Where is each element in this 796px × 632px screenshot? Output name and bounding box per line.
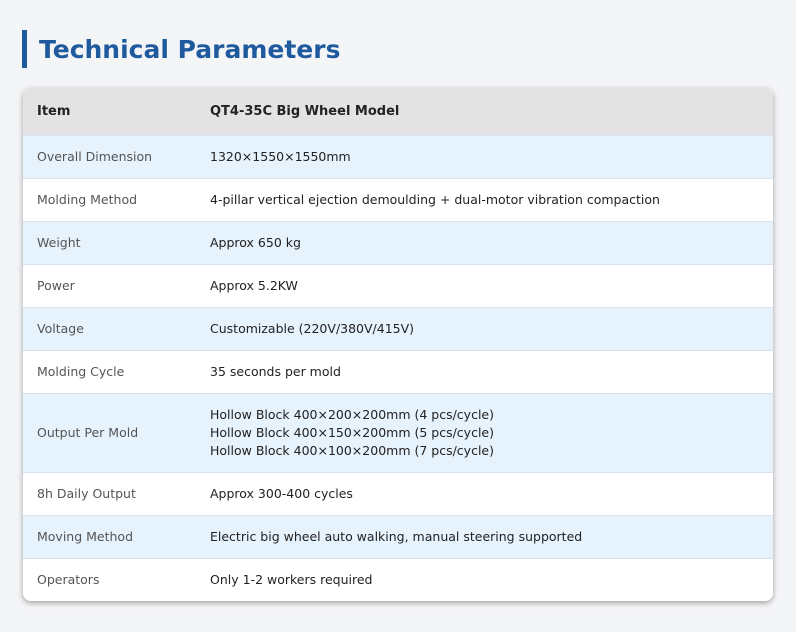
row-label: Power bbox=[37, 278, 75, 293]
row-value: Approx 650 kg bbox=[210, 234, 301, 250]
table-row: Molding Cycle 35 seconds per mold bbox=[23, 350, 773, 393]
parameters-table-card: Item QT4-35C Big Wheel Model Overall Dim… bbox=[23, 88, 773, 601]
row-label: Overall Dimension bbox=[37, 149, 153, 164]
row-value: Only 1-2 workers required bbox=[210, 571, 373, 587]
parameters-table: Item QT4-35C Big Wheel Model Overall Dim… bbox=[23, 88, 773, 601]
row-label: Voltage bbox=[37, 321, 84, 336]
row-label: 8h Daily Output bbox=[37, 486, 136, 501]
output-line: Hollow Block 400×150×200mm (5 pcs/cycle) bbox=[210, 424, 494, 440]
row-value: Approx 5.2KW bbox=[210, 277, 298, 293]
row-label: Molding Method bbox=[37, 192, 138, 207]
row-value: Hollow Block 400×200×200mm (4 pcs/cycle)… bbox=[196, 393, 773, 472]
row-value: 4-pillar vertical ejection demoulding + … bbox=[210, 191, 660, 207]
table-row: Overall Dimension 1320×1550×1550mm bbox=[23, 135, 773, 178]
output-line: Hollow Block 400×100×200mm (7 pcs/cycle) bbox=[210, 442, 494, 458]
output-line: Hollow Block 400×200×200mm (4 pcs/cycle) bbox=[210, 406, 494, 422]
table-row: Output Per Mold Hollow Block 400×200×200… bbox=[23, 393, 773, 472]
header-item: Item bbox=[37, 103, 71, 119]
table-row: Moving Method Electric big wheel auto wa… bbox=[23, 515, 773, 558]
row-value: Electric big wheel auto walking, manual … bbox=[210, 528, 583, 544]
table-row: Power Approx 5.2KW bbox=[23, 264, 773, 307]
row-value: Approx 300-400 cycles bbox=[210, 485, 353, 501]
row-label: Operators bbox=[37, 572, 100, 588]
page-title: Technical Parameters bbox=[39, 34, 341, 64]
table-header-row: Item QT4-35C Big Wheel Model bbox=[23, 88, 773, 135]
row-label: Molding Cycle bbox=[37, 364, 125, 379]
row-value: 1320×1550×1550mm bbox=[210, 148, 351, 164]
row-value: 35 seconds per mold bbox=[210, 363, 341, 379]
table-row: Molding Method 4-pillar vertical ejectio… bbox=[23, 178, 773, 221]
row-label: Output Per Mold bbox=[37, 425, 139, 440]
row-label: Weight bbox=[37, 235, 81, 250]
table-row: Weight Approx 650 kg bbox=[23, 221, 773, 264]
table-row: 8h Daily Output Approx 300-400 cycles bbox=[23, 472, 773, 515]
row-value: Customizable (220V/380V/415V) bbox=[210, 320, 415, 336]
table-row: Operators Only 1-2 workers required bbox=[23, 558, 773, 601]
table-row: Voltage Customizable (220V/380V/415V) bbox=[23, 307, 773, 350]
section-heading: Technical Parameters bbox=[22, 30, 340, 68]
row-label: Moving Method bbox=[37, 529, 134, 544]
header-model: QT4-35C Big Wheel Model bbox=[210, 103, 400, 119]
